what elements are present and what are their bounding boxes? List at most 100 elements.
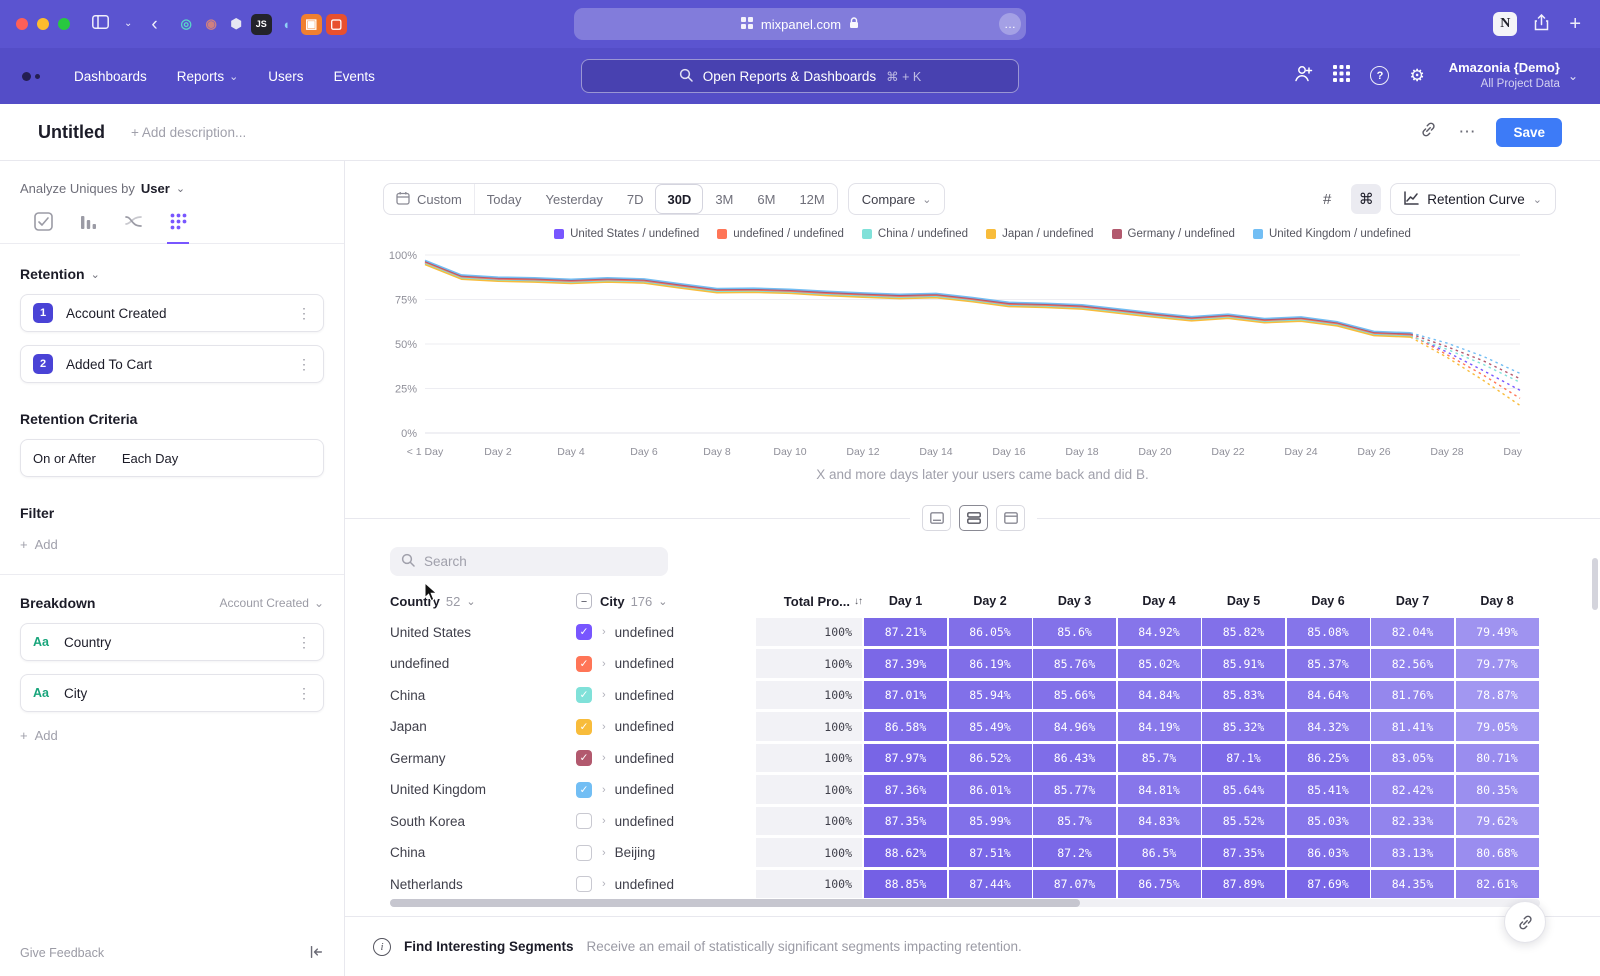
table-row[interactable]: South Korea›undefined100%87.35%85.99%85.… [390, 806, 1592, 836]
retention-criteria-card[interactable]: On or After Each Day [20, 439, 324, 477]
step-options-icon[interactable]: ⋮ [297, 305, 311, 322]
row-checkbox[interactable]: ✓ [576, 687, 592, 703]
row-checkbox[interactable]: ✓ [576, 719, 592, 735]
table-row[interactable]: undefined✓›undefined100%87.39%86.19%85.7… [390, 649, 1592, 679]
day-header[interactable]: Day 2 [949, 594, 1032, 608]
retention-value-cell[interactable]: 81.41% [1371, 712, 1454, 741]
retention-value-cell[interactable]: 85.77% [1033, 775, 1116, 804]
retention-value-cell[interactable]: 86.43% [1033, 744, 1116, 773]
row-checkbox[interactable]: ✓ [576, 656, 592, 672]
retention-value-cell[interactable]: 84.35% [1371, 870, 1454, 899]
retention-value-cell[interactable]: 87.07% [1033, 870, 1116, 899]
browser-sidebar-icon[interactable] [89, 15, 112, 33]
share-icon[interactable] [1531, 14, 1552, 35]
notion-extension-icon[interactable]: N [1493, 12, 1517, 36]
city-column-header[interactable]: City [600, 594, 625, 609]
criteria-mode[interactable]: On or After [33, 451, 96, 466]
retention-step-2[interactable]: 2 Added To Cart ⋮ [20, 345, 324, 383]
cursor-app-favicon[interactable]: ◖ [276, 14, 297, 35]
view-chart-only-button[interactable] [922, 505, 951, 531]
apps-grid-icon[interactable] [1333, 65, 1350, 87]
retention-value-cell[interactable]: 88.85% [864, 870, 947, 899]
nav-reports[interactable]: Reports⌄ [177, 69, 239, 84]
row-checkbox[interactable]: ✓ [576, 782, 592, 798]
step-options-icon[interactable]: ⋮ [297, 356, 311, 373]
row-checkbox[interactable] [576, 876, 592, 892]
retention-value-cell[interactable]: 85.64% [1202, 775, 1285, 804]
retention-value-cell[interactable]: 87.97% [864, 744, 947, 773]
row-checkbox[interactable] [576, 845, 592, 861]
scrollbar-thumb[interactable] [390, 899, 1080, 907]
range-today[interactable]: Today [475, 184, 534, 214]
retention-value-cell[interactable]: 79.62% [1456, 807, 1539, 836]
retention-value-cell[interactable]: 86.01% [949, 775, 1032, 804]
retention-value-cell[interactable]: 87.2% [1033, 838, 1116, 867]
chart-type-dropdown[interactable]: Retention Curve ⌄ [1390, 183, 1556, 215]
legend-united-states[interactable]: United States / undefined [554, 228, 699, 240]
retention-value-cell[interactable]: 87.36% [864, 775, 947, 804]
retention-value-cell[interactable]: 83.13% [1371, 838, 1454, 867]
tab-funnels[interactable] [77, 212, 99, 243]
give-feedback-link[interactable]: Give Feedback [20, 946, 104, 960]
compare-button[interactable]: Compare ⌄ [848, 183, 946, 215]
retention-value-cell[interactable]: 87.89% [1202, 870, 1285, 899]
day-header[interactable]: Day 8 [1456, 594, 1539, 608]
analyze-uniques-row[interactable]: Analyze Uniques by User ⌄ [20, 181, 324, 196]
table-row[interactable]: Japan✓›undefined100%86.58%85.49%84.96%84… [390, 712, 1592, 742]
breakdown-context-selector[interactable]: Account Created ⌄ [220, 596, 324, 610]
window-chevron-icon[interactable]: ⌄ [121, 19, 135, 29]
horizontal-scrollbar[interactable] [390, 899, 1540, 907]
legend-japan[interactable]: Japan / undefined [986, 228, 1093, 240]
retention-value-cell[interactable]: 82.04% [1371, 618, 1454, 647]
retention-value-cell[interactable]: 86.05% [949, 618, 1032, 647]
retention-value-cell[interactable]: 85.08% [1287, 618, 1370, 647]
retention-value-cell[interactable]: 87.01% [864, 681, 947, 710]
day-header[interactable]: Day 4 [1118, 594, 1201, 608]
table-row[interactable]: China✓›undefined100%87.01%85.94%85.66%84… [390, 680, 1592, 710]
retention-value-cell[interactable]: 79.77% [1456, 649, 1539, 678]
range-6m[interactable]: 6M [745, 184, 787, 214]
tab-flows[interactable] [122, 212, 144, 243]
minimize-window-button[interactable] [37, 18, 49, 30]
more-options-icon[interactable]: ⋯ [1458, 122, 1476, 142]
target-favicon[interactable]: ◎ [176, 14, 197, 35]
url-bar[interactable]: mixpanel.com … [574, 8, 1026, 40]
day-header[interactable]: Day 6 [1287, 594, 1370, 608]
dot-favicon[interactable]: ◉ [201, 14, 222, 35]
breakdown-options-icon[interactable]: ⋮ [297, 685, 311, 702]
add-filter-button[interactable]: + Add [20, 537, 324, 552]
invite-users-icon[interactable] [1293, 64, 1313, 88]
expand-chevron-icon[interactable]: › [602, 658, 606, 670]
retention-value-cell[interactable]: 85.76% [1033, 649, 1116, 678]
retention-value-cell[interactable]: 86.5% [1118, 838, 1201, 867]
row-checkbox[interactable] [576, 813, 592, 829]
step-event-label[interactable]: Added To Cart [66, 357, 152, 372]
tab-retention[interactable] [167, 212, 189, 244]
retention-value-cell[interactable]: 85.99% [949, 807, 1032, 836]
retention-value-cell[interactable]: 85.49% [949, 712, 1032, 741]
cube-favicon[interactable]: ⬢ [226, 14, 247, 35]
retention-value-cell[interactable]: 79.05% [1456, 712, 1539, 741]
sort-icon[interactable]: ↓↑ [854, 596, 862, 607]
collapse-sidebar-icon[interactable] [308, 944, 324, 963]
settings-gear-icon[interactable]: ⚙ [1409, 66, 1424, 86]
back-icon[interactable]: ‹ [148, 15, 160, 34]
range-30d[interactable]: 30D [655, 184, 703, 214]
retention-step-1[interactable]: 1 Account Created ⋮ [20, 294, 324, 332]
retention-value-cell[interactable]: 85.52% [1202, 807, 1285, 836]
retention-value-cell[interactable]: 82.42% [1371, 775, 1454, 804]
project-selector[interactable]: Amazonia {Demo} All Project Data ⌄ [1445, 60, 1578, 92]
retention-value-cell[interactable]: 85.94% [949, 681, 1032, 710]
help-icon[interactable]: ? [1370, 66, 1389, 85]
retention-value-cell[interactable]: 84.32% [1287, 712, 1370, 741]
retention-value-cell[interactable]: 84.92% [1118, 618, 1201, 647]
retention-value-cell[interactable]: 84.64% [1287, 681, 1370, 710]
close-window-button[interactable] [16, 18, 28, 30]
retention-value-cell[interactable]: 85.7% [1118, 744, 1201, 773]
retention-value-cell[interactable]: 84.19% [1118, 712, 1201, 741]
expand-chevron-icon[interactable]: › [602, 784, 606, 796]
table-row[interactable]: China›Beijing100%88.62%87.51%87.2%86.5%8… [390, 838, 1592, 868]
retention-value-cell[interactable]: 87.35% [1202, 838, 1285, 867]
retention-value-cell[interactable]: 84.83% [1118, 807, 1201, 836]
day-header[interactable]: Day 7 [1371, 594, 1454, 608]
